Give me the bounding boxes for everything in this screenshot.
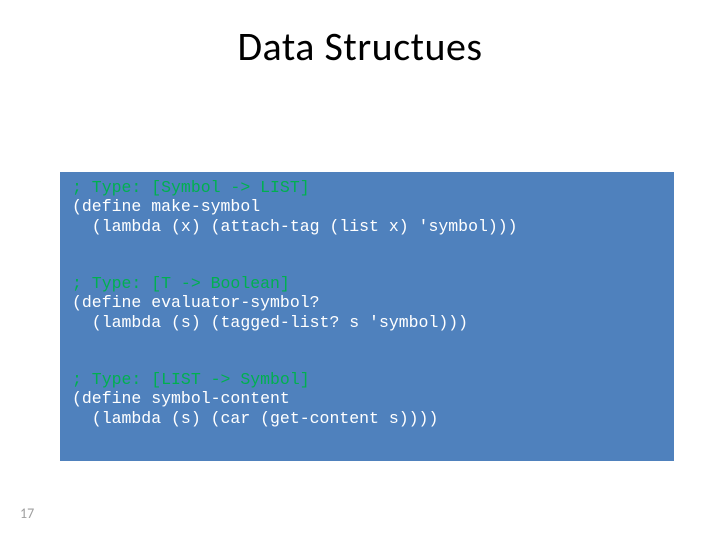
code-line: (lambda (s) (tagged-list? s 'symbol))): [72, 313, 468, 332]
code-content: ; Type: [Symbol -> LIST] (define make-sy…: [72, 178, 662, 428]
code-line: (lambda (s) (car (get-content s)))): [72, 409, 438, 428]
page-number: 17: [20, 505, 34, 522]
code-line: (define make-symbol: [72, 197, 260, 216]
slide: Data Structues ; Type: [Symbol -> LIST] …: [0, 0, 720, 540]
code-block: ; Type: [Symbol -> LIST] (define make-sy…: [60, 172, 674, 461]
code-blank-line: [72, 332, 662, 350]
code-comment-2: ; Type: [T -> Boolean]: [72, 274, 290, 293]
code-line: (define evaluator-symbol?: [72, 293, 320, 312]
code-line: (define symbol-content: [72, 389, 290, 408]
code-line: (lambda (x) (attach-tag (list x) 'symbol…: [72, 217, 518, 236]
code-blank-line: [72, 236, 662, 254]
code-comment-3: ; Type: [LIST -> Symbol]: [72, 370, 310, 389]
slide-title: Data Structues: [0, 22, 720, 71]
code-comment-1: ; Type: [Symbol -> LIST]: [72, 178, 310, 197]
